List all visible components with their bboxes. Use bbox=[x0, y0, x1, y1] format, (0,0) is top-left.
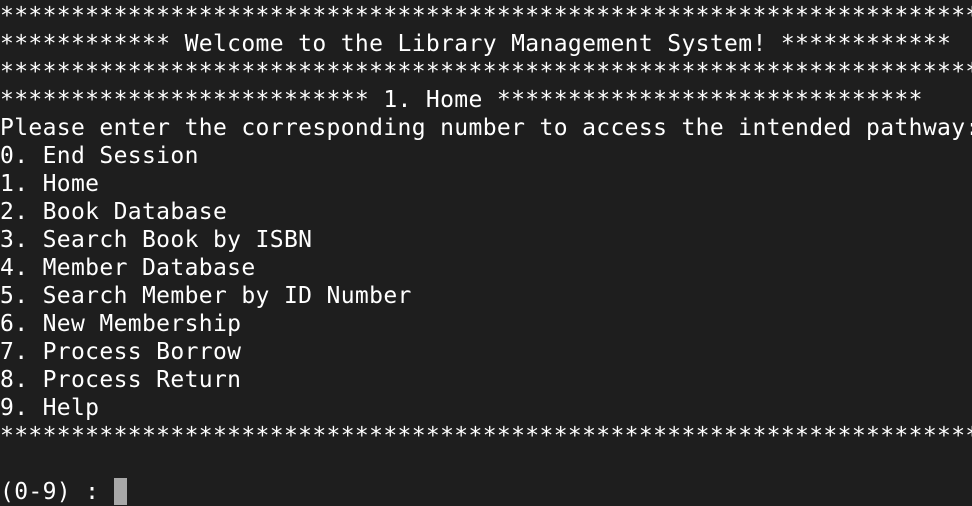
menu-item-member-database: 4. Member Database bbox=[0, 255, 256, 281]
text-cursor[interactable] bbox=[113, 478, 127, 505]
prompt-label: (0-9) : bbox=[0, 479, 114, 505]
terminal-window[interactable]: ****************************************… bbox=[0, 0, 972, 506]
banner-stars-mid: ****************************************… bbox=[0, 59, 972, 85]
menu-item-book-database: 2. Book Database bbox=[0, 199, 228, 225]
menu-item-help: 9. Help bbox=[0, 395, 100, 421]
footer-stars: ****************************************… bbox=[0, 423, 972, 449]
menu-item-new-membership: 6. New Membership bbox=[0, 311, 242, 337]
section-header: ************************** 1. Home *****… bbox=[0, 87, 923, 113]
menu-item-process-return: 8. Process Return bbox=[0, 367, 242, 393]
menu-item-end-session: 0. End Session bbox=[0, 143, 199, 169]
instruction-text: Please enter the corresponding number to… bbox=[0, 115, 972, 141]
menu-item-search-book: 3. Search Book by ISBN bbox=[0, 227, 313, 253]
banner-stars-top: ****************************************… bbox=[0, 3, 972, 29]
menu-item-process-borrow: 7. Process Borrow bbox=[0, 339, 242, 365]
menu-item-search-member: 5. Search Member by ID Number bbox=[0, 283, 412, 309]
banner-welcome: ************ Welcome to the Library Mana… bbox=[0, 31, 952, 57]
input-prompt-row[interactable]: (0-9) : bbox=[0, 478, 972, 506]
menu-item-home: 1. Home bbox=[0, 171, 100, 197]
